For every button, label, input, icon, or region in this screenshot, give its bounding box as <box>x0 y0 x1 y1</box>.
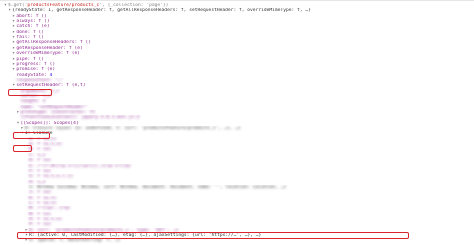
row-text: productsFeature/products_c <box>27 3 100 8</box>
row-content: overrideMimeType: f (e) <box>16 51 80 56</box>
row-text: 0: Closure (ajax) {e: undefined, t: {url… <box>24 126 241 132</box>
highlight-selected-entry <box>17 232 409 239</box>
row-text: D: f (e) <box>29 158 52 164</box>
row-text: catch: f (e) <box>16 24 50 30</box>
row-content: setRequestHeader: f (e,t) <box>16 83 85 88</box>
row-text: responseText: "…" <box>16 77 64 83</box>
row-text: J: f (e) <box>29 190 52 196</box>
row-content: done: f () <box>16 30 44 35</box>
row-text: prototype: {constructor: f} <box>20 110 96 115</box>
highlight-closure <box>13 145 32 152</box>
row-content: [[Scopes]]: Scopes[4] <box>21 121 79 126</box>
row-text: name: "setRequestHeader" <box>20 104 87 110</box>
devtools-console-panel: ▾$.get('productsFeature/products_c', {_c… <box>0 0 474 244</box>
row-content: readyState: 4 <box>16 73 52 78</box>
row-text: {readyState: 1, getResponseHeader: f, ge… <box>12 8 311 14</box>
row-text: always: f () <box>16 19 50 25</box>
highlight-scopes <box>13 132 50 139</box>
row-text: overrideMimeType: f (e) <box>16 51 81 57</box>
row-content: {readyState: 1, getResponseHeader: f, ge… <box>12 8 311 13</box>
row-text: I: Window {window: Window, self: Window,… <box>29 184 287 190</box>
row-text: S: {parse: f, dataToString: f, …} <box>29 238 121 244</box>
row-content: getAllResponseHeaders: f () <box>16 40 91 45</box>
panel-divider <box>0 0 474 1</box>
highlight-setRequestHeader <box>8 89 52 96</box>
row-text: getAllResponseHeaders: f () <box>16 40 92 46</box>
row-text: progress: f () <box>16 61 56 67</box>
row-text: B: f (e) <box>29 147 52 153</box>
row-text: A: f (e,t,n) <box>29 142 63 148</box>
row-text: L: f (e,t) <box>29 200 57 206</box>
row-text: O: f (e,t,n) <box>29 217 63 222</box>
row-content: $.get('productsFeature/products_c', {_co… <box>8 3 168 8</box>
row-content: promise: f (e) <box>16 67 55 72</box>
row-text: E: /^(?:#([\w-]+)|(\w+)|\.([\w-]+))$/ <box>29 163 132 169</box>
row-text: 4 <box>49 72 53 78</box>
row-text: fail: f () <box>16 35 45 41</box>
row-text: pipe: f () <box>16 56 45 62</box>
row-text: getResponseHeader: f (e) <box>16 45 83 51</box>
row-text: promise: f (e) <box>16 67 56 73</box>
row-content: catch: f (e) <box>16 24 49 29</box>
row-text: done: f () <box>16 29 45 35</box>
row-text: C: {…} <box>29 152 46 158</box>
row-content: pipe: f () <box>16 57 44 62</box>
row-text: length: 2 <box>20 99 46 105</box>
row-text: readyState: <box>16 72 50 78</box>
row-text: M: /^[\w+.-]+$/ <box>29 206 71 212</box>
row-text: setRequestHeader: f (e,t) <box>16 83 86 89</box>
row-text: H: {…} <box>29 179 46 185</box>
row-text: $.get(' <box>8 3 28 8</box>
row-text: [[FunctionLocation]]: jquery-3.6.1.min.j… <box>20 115 140 121</box>
row-text: abort: f () <box>16 13 47 19</box>
row-content: getResponseHeader: f (e) <box>16 46 82 51</box>
row-content: abort: f () <box>16 14 46 19</box>
row-text: ', {_collection: 'page'}) <box>99 3 169 8</box>
row-text: G: f (e,t,n,r,i) <box>29 174 74 180</box>
row-content: fail: f () <box>16 35 44 40</box>
row-text: N: f (e) <box>29 211 52 217</box>
row-content: progress: f () <box>16 62 55 67</box>
row-text: [[Scopes]]: Scopes[4] <box>20 120 79 126</box>
row-content: always: f () <box>16 19 49 24</box>
row-text: F: f (e) <box>29 168 52 174</box>
row-text: P: f (e) <box>29 222 52 228</box>
row-text: K: f (e,t) <box>29 195 57 201</box>
